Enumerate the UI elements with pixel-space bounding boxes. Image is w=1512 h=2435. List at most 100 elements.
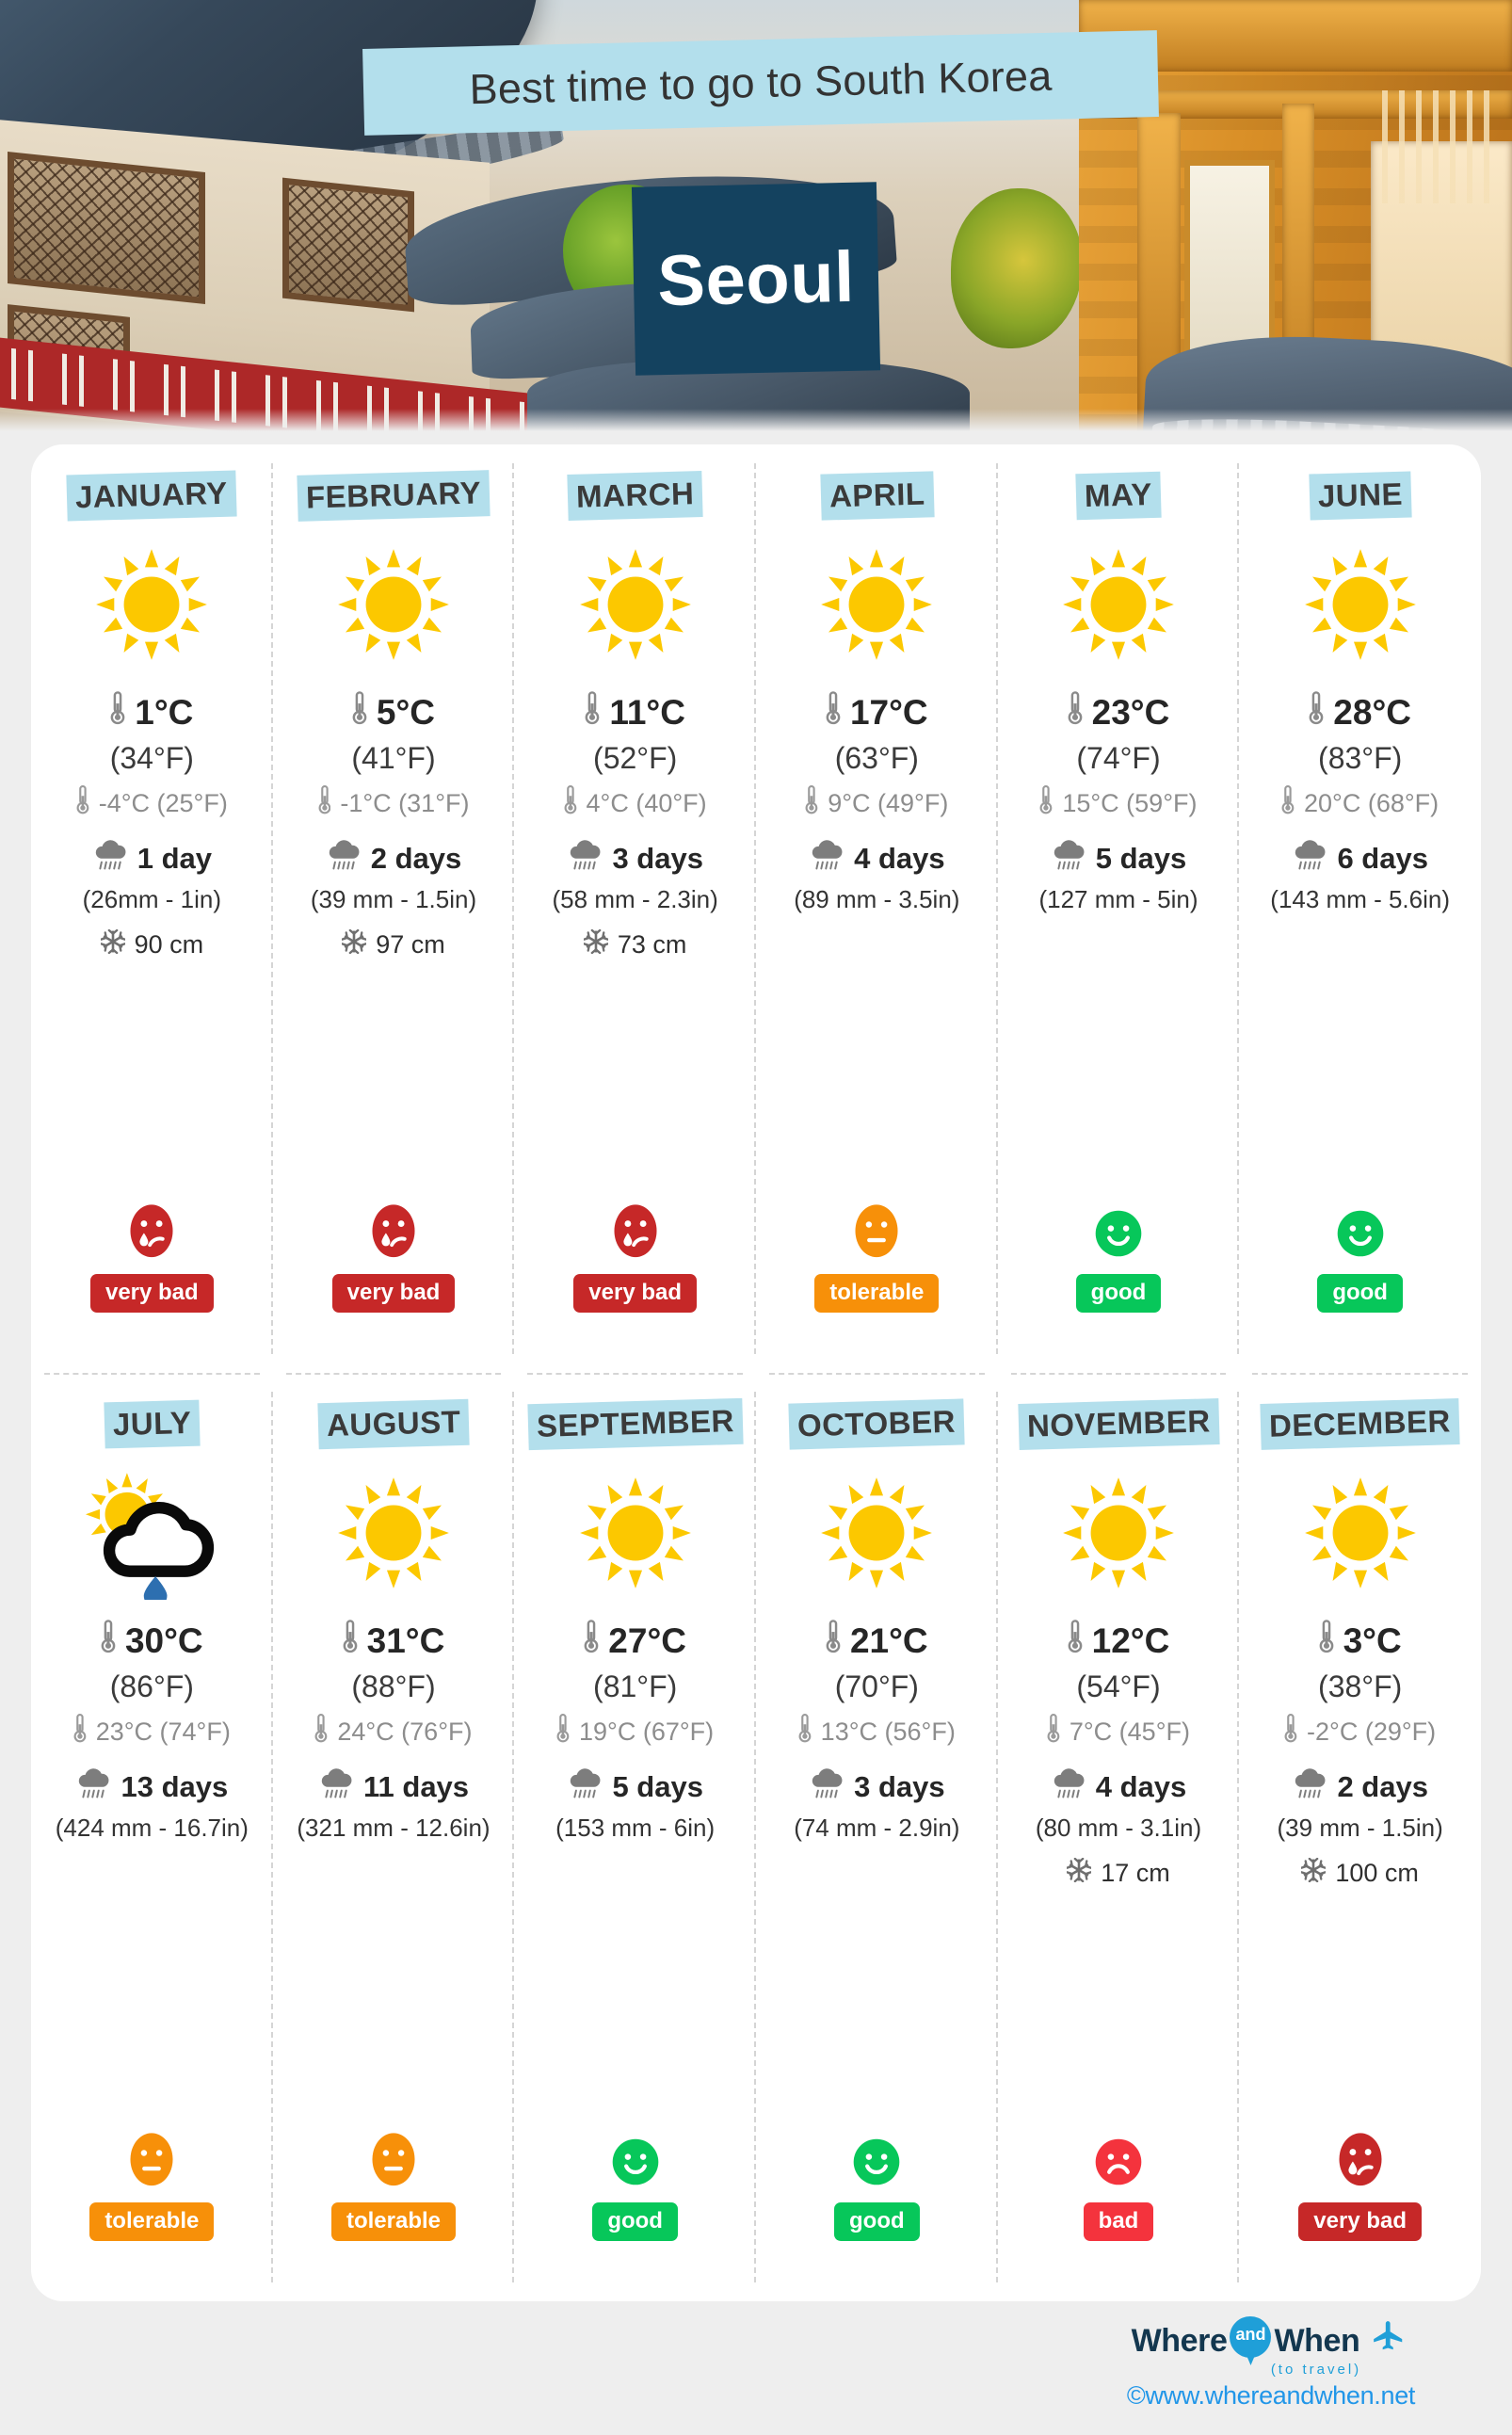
verdict-badge[interactable]: tolerable <box>330 2202 456 2241</box>
paper-window-panel <box>1184 160 1275 358</box>
verdict-badge[interactable]: tolerable <box>814 1274 940 1313</box>
verdict-badge[interactable]: good <box>1075 1274 1162 1313</box>
hero-banner: Best time to go to South Korea Seoul <box>0 0 1512 433</box>
verdict-badge[interactable]: very bad <box>89 1274 214 1313</box>
month-cell: NOVEMBER 12°C (54°F) 7°C (45°F) 4 days (… <box>998 1373 1240 2301</box>
rain-cloud-icon <box>92 839 128 879</box>
rain-cloud-icon <box>1292 839 1327 879</box>
low-temp-row: 4°C (40°F) <box>564 784 707 822</box>
rain-cloud-icon <box>809 1767 844 1807</box>
verdict-badge[interactable]: tolerable <box>89 2202 215 2241</box>
rain-cloud-icon <box>1051 839 1086 879</box>
rain-cloud-icon <box>567 1767 603 1807</box>
rain-amount: (153 mm - 6in) <box>555 1814 716 1842</box>
rain-amount: (424 mm - 16.7in) <box>55 1814 249 1842</box>
low-temp: -2°C (29°F) <box>1307 1717 1437 1746</box>
logo-and-text: and <box>1235 2325 1266 2344</box>
rain-days-row: 3 days <box>809 1767 945 1807</box>
sun-icon <box>575 1473 696 1598</box>
high-temp-row: 31°C <box>343 1619 444 1663</box>
verdict-badge[interactable]: good <box>592 2202 678 2241</box>
thermometer-icon <box>585 690 600 734</box>
verdict-face-icon <box>610 1202 661 1264</box>
verdict-badge[interactable]: good <box>834 2202 920 2241</box>
high-temp-c: 28°C <box>1333 692 1411 732</box>
high-temp-row: 27°C <box>584 1619 686 1663</box>
rain-amount: (74 mm - 2.9in) <box>794 1814 960 1842</box>
snowflake-icon <box>583 928 609 960</box>
month-label: OCTOBER <box>788 1398 965 1450</box>
thermometer-icon <box>556 1713 570 1750</box>
months-card: JANUARY 1°C (34°F) -4°C (25°F) 1 day (26… <box>31 444 1481 2301</box>
month-cell: MAY 23°C (74°F) 15°C (59°F) 5 days (127 … <box>998 444 1240 1373</box>
city-name: Seoul <box>656 236 856 321</box>
thermometer-icon <box>1068 1619 1083 1663</box>
high-temp-c: 1°C <box>135 692 194 732</box>
rain-cloud-icon <box>1292 1767 1327 1807</box>
verdict-block: good <box>998 1208 1240 1313</box>
verdict-badge[interactable]: very bad <box>331 1274 456 1313</box>
rain-days-value: 4 days <box>854 842 945 875</box>
verdict-badge[interactable]: very bad <box>573 1274 698 1313</box>
snowflake-icon <box>1300 1857 1327 1889</box>
low-temp: 23°C (74°F) <box>95 1717 231 1746</box>
high-temp-c: 27°C <box>608 1621 686 1660</box>
logo-where-text: Where <box>1131 2322 1228 2359</box>
high-temp-row: 1°C <box>110 690 193 734</box>
month-cell: MARCH 11°C (52°F) 4°C (40°F) 3 days (58 … <box>514 444 756 1373</box>
verdict-badge[interactable]: good <box>1317 1274 1403 1313</box>
month-cell: JUNE 28°C (83°F) 20°C (68°F) 6 days (143… <box>1239 444 1481 1373</box>
rain-days-value: 2 days <box>370 842 462 875</box>
verdict-face-icon <box>851 2137 902 2192</box>
sun-icon <box>575 544 696 669</box>
carved-decoration <box>1382 90 1495 203</box>
month-cell: JULY 30°C (86°F) 23°C (74°F) 13 days (42… <box>31 1373 273 2301</box>
verdict-face-icon <box>1093 2137 1144 2192</box>
sun-icon <box>816 544 937 669</box>
verdict-block: very bad <box>273 1202 515 1313</box>
low-temp-row: 13°C (56°F) <box>798 1713 956 1750</box>
month-cell: APRIL 17°C (63°F) 9°C (49°F) 4 days (89 … <box>756 444 998 1373</box>
snow-row: 90 cm <box>99 928 203 960</box>
page-title: Best time to go to South Korea <box>469 51 1053 114</box>
thermometer-icon <box>826 690 841 734</box>
verdict-badge[interactable]: very bad <box>1298 2202 1423 2241</box>
verdict-badge[interactable]: bad <box>1083 2202 1154 2241</box>
high-temp-f: (83°F) <box>1318 741 1403 775</box>
low-temp: 24°C (76°F) <box>337 1717 473 1746</box>
location-pin-icon: and <box>1230 2316 1272 2365</box>
site-url[interactable]: ©www.whereandwhen.net <box>1127 2381 1416 2411</box>
brand-logo[interactable]: Where and When <box>1132 2316 1411 2365</box>
low-temp-row: 15°C (59°F) <box>1039 784 1197 822</box>
logo-tagline: (to travel) <box>1270 2362 1362 2378</box>
snow-row: 97 cm <box>341 928 445 960</box>
verdict-face-icon <box>610 2137 661 2192</box>
thermometer-icon <box>101 1619 116 1663</box>
month-label: NOVEMBER <box>1017 1398 1219 1450</box>
high-temp-row: 30°C <box>101 1619 203 1663</box>
verdict-face-icon <box>1093 1208 1144 1264</box>
high-temp-c: 11°C <box>609 692 685 732</box>
sun-icon <box>333 1473 454 1598</box>
rain-days-value: 6 days <box>1337 842 1428 875</box>
verdict-block: tolerable <box>31 2131 273 2241</box>
rain-days-value: 2 days <box>1337 1770 1428 1803</box>
weather-icon <box>575 536 696 677</box>
snowflake-icon <box>1066 1857 1092 1889</box>
thermometer-icon <box>352 690 367 734</box>
high-temp-f: (70°F) <box>834 1669 919 1703</box>
low-temp-row: -2°C (29°F) <box>1284 1713 1436 1750</box>
low-temp: 19°C (67°F) <box>579 1717 715 1746</box>
rain-cloud-icon <box>75 1767 111 1807</box>
tree-yellow <box>951 188 1083 348</box>
high-temp-c: 12°C <box>1091 1621 1170 1660</box>
low-temp-row: 9°C (49°F) <box>805 784 948 822</box>
month-cell: OCTOBER 21°C (70°F) 13°C (56°F) 3 days (… <box>756 1373 998 2301</box>
snow-value: 100 cm <box>1335 1859 1419 1887</box>
high-temp-f: (38°F) <box>1318 1669 1403 1703</box>
month-label: JANUARY <box>66 470 237 522</box>
high-temp-f: (74°F) <box>1076 741 1161 775</box>
thermometer-icon <box>110 690 125 734</box>
low-temp: 20°C (68°F) <box>1304 788 1440 817</box>
weather-icon <box>816 536 937 677</box>
